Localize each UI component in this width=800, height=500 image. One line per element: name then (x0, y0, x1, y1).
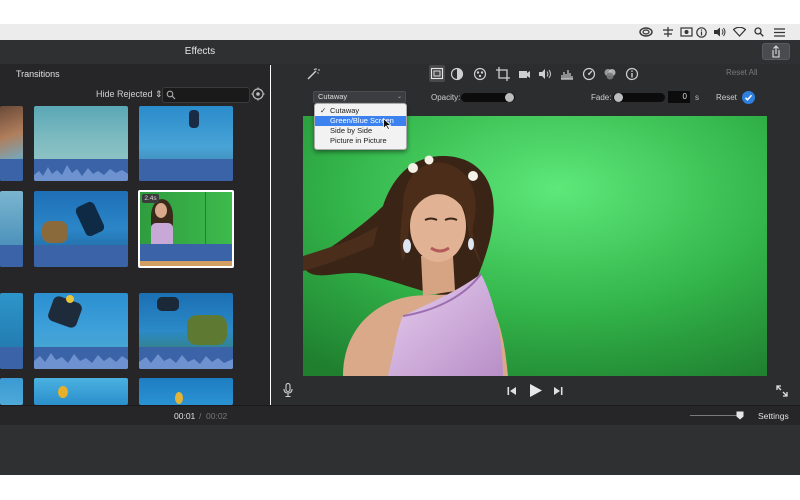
menu-item-picture-in-picture[interactable]: Picture in Picture (315, 136, 406, 146)
audio-waveform (0, 245, 23, 267)
audio-waveform (139, 347, 233, 369)
menu-bar (0, 24, 800, 40)
play-icon (530, 384, 542, 397)
opacity-slider[interactable] (461, 93, 515, 102)
list-icon[interactable] (772, 24, 786, 40)
share-button[interactable] (762, 43, 790, 60)
audio-waveform (34, 159, 128, 181)
timeline-header: 00:01 / 00:02 Settings (0, 405, 800, 426)
hide-rejected-label: Hide Rejected (96, 89, 153, 99)
fade-label: Fade: (591, 93, 612, 102)
fade-slider-knob[interactable] (614, 93, 623, 102)
opacity-label: Opacity: (431, 93, 461, 102)
current-time: 00:01 (174, 411, 196, 421)
fullscreen-button[interactable] (776, 385, 788, 397)
noise-reduction-icon[interactable] (560, 67, 574, 81)
video-overlay-icon[interactable] (429, 65, 445, 82)
fade-slider[interactable] (613, 93, 665, 102)
browser-filter-bar: Hide Rejected ⇕ (0, 86, 270, 106)
info-icon[interactable] (625, 67, 639, 81)
menu-item-label: Picture in Picture (330, 136, 387, 145)
adjustments-bar: Reset All (271, 64, 800, 84)
video-clip-thumbnail[interactable] (0, 378, 23, 405)
video-clip-thumbnail[interactable] (139, 293, 233, 369)
info-icon[interactable] (694, 24, 708, 40)
menu-item-side-by-side[interactable]: Side by Side (315, 126, 406, 136)
skip-back-icon (507, 387, 516, 395)
skip-forward-icon (554, 387, 563, 395)
speed-icon[interactable] (582, 67, 596, 81)
color-balance-icon[interactable] (450, 67, 464, 81)
fullscreen-icon (776, 385, 788, 397)
video-clip-thumbnail[interactable] (34, 378, 128, 405)
video-clip-thumbnail[interactable] (0, 106, 23, 181)
video-clip-thumbnail-selected[interactable]: 2.4s (138, 190, 234, 268)
overlay-style-menu: ✓ Cutaway Green/Blue Screen Side by Side… (314, 103, 407, 150)
audio-waveform (0, 159, 23, 181)
skip-back-button[interactable] (507, 386, 517, 396)
total-time: 00:02 (206, 411, 228, 421)
share-icon (772, 45, 780, 58)
timeline-zoom-slider[interactable] (690, 415, 742, 416)
hide-rejected-select[interactable]: Hide Rejected ⇕ (96, 89, 163, 100)
media-browser: Transitions Hide Rejected ⇕ 2.4s (0, 64, 270, 405)
menu-item-cutaway[interactable]: ✓ Cutaway (315, 106, 406, 116)
timeline-area[interactable] (0, 425, 800, 475)
clip-filter-icon[interactable] (603, 67, 617, 81)
audio-waveform (139, 159, 233, 181)
reset-button[interactable]: Reset (716, 93, 737, 102)
video-clip-thumbnail[interactable] (34, 293, 128, 369)
magic-wand-icon[interactable] (306, 67, 320, 81)
opacity-slider-knob[interactable] (505, 93, 514, 102)
video-clip-thumbnail[interactable] (139, 378, 233, 405)
screen-icon[interactable] (678, 24, 694, 40)
clip-duration-badge: 2.4s (142, 194, 159, 203)
audio-waveform (34, 245, 128, 267)
search-icon[interactable] (752, 24, 766, 40)
video-clip-thumbnail[interactable] (0, 191, 23, 267)
chevron-down-icon: ⌄ (396, 94, 402, 100)
green-screen-preview-image (303, 116, 767, 376)
menu-item-label: Cutaway (330, 106, 360, 115)
network-icon[interactable] (660, 24, 676, 40)
skip-forward-button[interactable] (553, 386, 563, 396)
microphone-icon[interactable] (283, 383, 293, 397)
creative-cloud-icon[interactable] (638, 24, 654, 40)
settings-button[interactable]: Settings (758, 411, 789, 421)
audio-waveform (34, 347, 128, 369)
menu-item-label: Side by Side (330, 126, 373, 135)
browser-settings-button[interactable] (251, 87, 265, 101)
fade-unit-label: s (695, 93, 699, 102)
wifi-icon[interactable] (731, 24, 747, 40)
stabilization-icon[interactable] (517, 67, 531, 81)
apply-checkmark-button[interactable] (742, 91, 755, 104)
fade-duration-field[interactable]: 0 (668, 91, 690, 103)
timeline-zoom-knob[interactable] (736, 411, 744, 420)
app-toolbar: Effects (0, 40, 800, 65)
menu-item-green-blue-screen[interactable]: Green/Blue Screen (315, 116, 406, 130)
volume-icon[interactable] (711, 24, 727, 40)
overlay-style-select[interactable]: Cutaway ⌄ (313, 91, 406, 103)
video-clip-thumbnail[interactable] (0, 293, 23, 369)
volume-icon[interactable] (538, 67, 552, 81)
play-button[interactable] (529, 383, 543, 398)
overlay-style-value: Cutaway (318, 92, 348, 101)
reset-all-button[interactable]: Reset All (726, 68, 758, 77)
effects-title: Effects (184, 46, 216, 57)
time-separator: / (199, 411, 202, 421)
checkmark-icon (744, 94, 753, 101)
video-clip-thumbnail[interactable] (34, 191, 128, 267)
video-clip-thumbnail[interactable] (34, 106, 128, 181)
playback-bar (271, 378, 800, 405)
checkmark-icon: ✓ (320, 106, 327, 115)
search-input[interactable] (162, 87, 250, 103)
color-correction-icon[interactable] (473, 67, 487, 81)
transitions-tab[interactable]: Transitions (16, 69, 60, 79)
video-clip-thumbnail[interactable] (139, 106, 233, 181)
crop-icon[interactable] (496, 67, 510, 81)
video-preview[interactable] (303, 116, 767, 376)
audio-waveform (0, 347, 23, 369)
gear-icon (251, 87, 265, 101)
search-icon (166, 90, 176, 100)
